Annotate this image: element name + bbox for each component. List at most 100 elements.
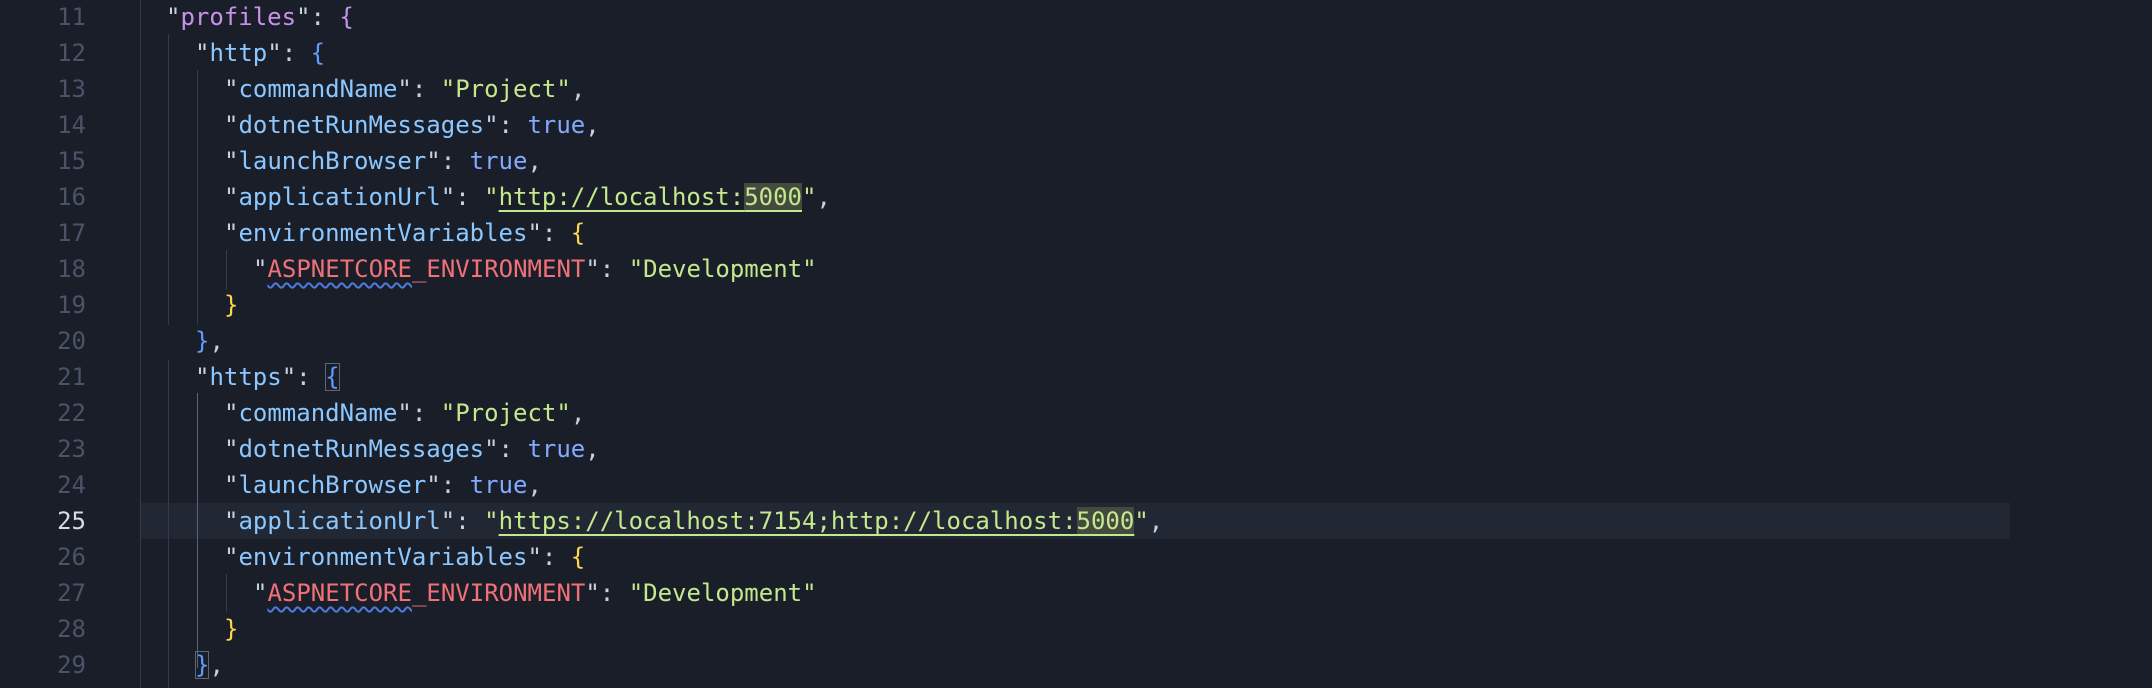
code-token: "Development"	[628, 579, 817, 607]
code-token: }	[224, 615, 239, 643]
code-line[interactable]: 26 "environmentVariables": {	[0, 539, 2152, 575]
line-number: 19	[57, 291, 86, 319]
code-token: ,	[816, 183, 831, 211]
code-token: }	[195, 327, 210, 355]
code-token: }	[224, 291, 239, 319]
code-line[interactable]: 22 "commandName": "Project",	[0, 395, 2152, 431]
code-token: "	[281, 363, 297, 391]
code-text: "launchBrowser": true,	[224, 143, 542, 179]
code-token: "	[484, 111, 499, 139]
code-line[interactable]: 29},	[0, 647, 2152, 683]
code-token: "	[224, 147, 239, 175]
code-line[interactable]: 15 "launchBrowser": true,	[0, 143, 2152, 179]
code-line[interactable]: 11 "profiles": {	[0, 0, 2152, 35]
code-token: "	[484, 183, 499, 211]
code-token: :	[599, 579, 629, 607]
code-token: :	[541, 219, 571, 247]
code-token: "	[440, 507, 456, 535]
code-line[interactable]: 13 "commandName": "Project",	[0, 71, 2152, 107]
code-token: "Project"	[440, 399, 571, 427]
line-number: 12	[57, 39, 86, 67]
code-token: dotnetRunMessages	[238, 111, 485, 139]
code-text: "applicationUrl": "http://localhost:5000…	[224, 179, 831, 215]
indent-guide	[140, 0, 141, 688]
code-token: :	[440, 147, 470, 175]
line-number: 25	[57, 507, 86, 535]
line-number: 17	[57, 219, 86, 247]
code-text: "applicationUrl": "https://localhost:715…	[224, 503, 1163, 539]
code-token: https://localhost:7154;http://localhost:	[498, 507, 1077, 535]
code-token: :	[455, 507, 485, 535]
code-token: "	[484, 435, 499, 463]
line-number: 23	[57, 435, 86, 463]
code-token: {	[570, 219, 586, 247]
code-line[interactable]: 12 "http": {	[0, 35, 2152, 71]
code-token: "	[426, 147, 441, 175]
code-line[interactable]: 24 "launchBrowser": true,	[0, 467, 2152, 503]
code-token: environmentVariables	[238, 219, 528, 247]
code-line[interactable]: 20},	[0, 323, 2152, 359]
code-token: :	[440, 471, 470, 499]
code-token: ASPNETCORE	[267, 579, 412, 607]
code-token: launchBrowser	[238, 471, 427, 499]
code-token: profiles	[180, 3, 297, 31]
code-token: commandName	[238, 399, 398, 427]
indent-guide	[226, 574, 227, 612]
code-token: "	[397, 75, 412, 103]
code-text: "profiles": {	[166, 0, 354, 35]
code-token: true	[527, 435, 586, 463]
indent-guide	[168, 34, 169, 325]
code-token: "	[527, 543, 542, 571]
code-text: "launchBrowser": true,	[224, 467, 542, 503]
code-token: _ENVIRONMENT	[411, 255, 586, 283]
line-number: 24	[57, 471, 86, 499]
line-number: 13	[57, 75, 86, 103]
code-line[interactable]: 27 "ASPNETCORE_ENVIRONMENT": "Development…	[0, 575, 2152, 611]
code-text: "commandName": "Project",	[224, 71, 585, 107]
code-token: ,	[570, 75, 586, 103]
code-token: ,	[585, 435, 600, 463]
code-token: commandName	[238, 75, 398, 103]
code-text: "dotnetRunMessages": true,	[224, 107, 600, 143]
code-token: applicationUrl	[238, 507, 441, 535]
code-line[interactable]: 19}	[0, 287, 2152, 323]
code-line[interactable]: 25 "applicationUrl": "https://localhost:7…	[0, 503, 2152, 539]
code-token: :	[281, 39, 311, 67]
code-token: :	[498, 111, 528, 139]
code-line[interactable]: 23 "dotnetRunMessages": true,	[0, 431, 2152, 467]
line-number: 18	[57, 255, 86, 283]
code-token: environmentVariables	[238, 543, 528, 571]
code-line[interactable]: 21 "https": {	[0, 359, 2152, 395]
code-token: "	[253, 255, 268, 283]
code-token: "	[267, 39, 282, 67]
code-line[interactable]: 17 "environmentVariables": {	[0, 215, 2152, 251]
code-token: "	[484, 507, 499, 535]
code-editor[interactable]: 11 "profiles": {12 "http": {13 "commandName…	[0, 0, 2152, 688]
code-text: "http": {	[195, 35, 325, 71]
code-line[interactable]: 28}	[0, 611, 2152, 647]
code-token: "	[397, 399, 412, 427]
code-text: "ASPNETCORE_ENVIRONMENT": "Development"	[253, 251, 817, 287]
code-token: applicationUrl	[238, 183, 441, 211]
code-token: {	[339, 3, 354, 31]
code-token: :	[455, 183, 485, 211]
code-line[interactable]: 14 "dotnetRunMessages": true,	[0, 107, 2152, 143]
code-token: "	[224, 111, 239, 139]
code-token: "	[253, 579, 268, 607]
code-token: "Development"	[628, 255, 817, 283]
code-line[interactable]: 18 "ASPNETCORE_ENVIRONMENT": "Development…	[0, 251, 2152, 287]
line-number: 15	[57, 147, 86, 175]
code-token: ,	[570, 399, 586, 427]
code-token: "	[224, 543, 239, 571]
code-line[interactable]: 16 "applicationUrl": "http://localhost:50…	[0, 179, 2152, 215]
code-token: "	[224, 399, 239, 427]
code-token: "	[195, 363, 210, 391]
code-token: "	[166, 3, 181, 31]
line-number: 27	[57, 579, 86, 607]
code-token: :	[296, 363, 326, 391]
code-token: :	[411, 399, 441, 427]
code-token: ,	[1148, 507, 1164, 535]
code-token: "	[585, 579, 600, 607]
code-token: "	[224, 435, 239, 463]
code-text: },	[195, 647, 224, 683]
